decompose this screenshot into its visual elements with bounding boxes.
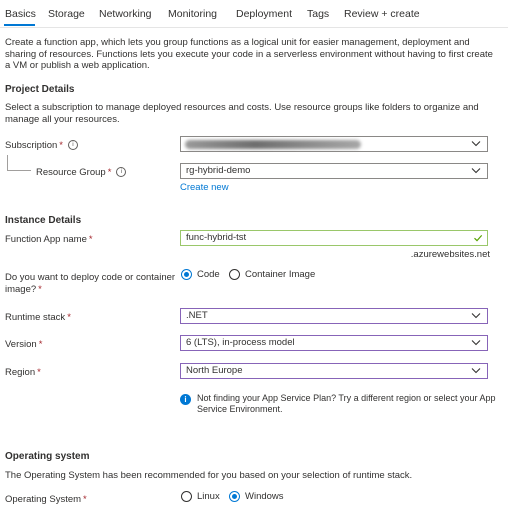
- radio-selected-indicator[interactable]: [229, 491, 240, 502]
- tab-bar: Basics Storage Networking Monitoring Dep…: [0, 0, 508, 28]
- required-mark: *: [107, 167, 112, 178]
- function-app-name-value: func-hybrid-tst: [186, 232, 247, 243]
- radio-linux[interactable]: Linux: [181, 491, 220, 502]
- create-new-link[interactable]: Create new: [180, 182, 229, 193]
- operating-system-label-text: Operating System: [5, 494, 82, 505]
- region-label: Region *: [5, 367, 41, 378]
- tab-review-create[interactable]: Review + create: [344, 8, 420, 20]
- radio-code-label: Code: [197, 269, 220, 280]
- intro-text: Create a function app, which lets you gr…: [5, 37, 493, 71]
- runtime-stack-label: Runtime stack *: [5, 312, 71, 323]
- runtime-stack-dropdown[interactable]: .NET: [180, 308, 488, 324]
- deploy-question-text: Do you want to deploy code or container …: [5, 272, 176, 295]
- required-mark: *: [38, 284, 42, 295]
- region-dropdown[interactable]: North Europe: [180, 363, 488, 379]
- function-app-name-label-text: Function App name: [5, 234, 87, 245]
- region-value: North Europe: [186, 365, 243, 376]
- subscription-dropdown[interactable]: [180, 136, 488, 152]
- subscription-label-text: Subscription: [5, 140, 58, 151]
- version-label-text: Version: [5, 339, 37, 350]
- tabs-divider: [0, 27, 508, 28]
- tree-connector-horizontal: [7, 170, 31, 171]
- tab-networking[interactable]: Networking: [99, 8, 152, 20]
- project-details-title: Project Details: [5, 84, 75, 95]
- runtime-stack-value: .NET: [186, 310, 208, 321]
- required-mark: *: [67, 312, 71, 323]
- radio-linux-label: Linux: [197, 491, 220, 502]
- resource-group-value: rg-hybrid-demo: [186, 165, 251, 176]
- version-dropdown[interactable]: 6 (LTS), in-process model: [180, 335, 488, 351]
- required-mark: *: [59, 140, 63, 151]
- radio-windows[interactable]: Windows: [229, 491, 284, 502]
- radio-container-image-label: Container Image: [245, 269, 316, 280]
- active-tab-indicator: [4, 24, 35, 26]
- deploy-question-label: Do you want to deploy code or container …: [5, 272, 177, 296]
- runtime-stack-label-text: Runtime stack: [5, 312, 66, 323]
- info-icon[interactable]: i: [67, 140, 78, 151]
- chevron-down-icon: [471, 340, 481, 346]
- resource-group-label-text: Resource Group: [36, 167, 106, 178]
- checkmark-icon: [474, 234, 483, 242]
- redacted-subscription: [185, 140, 361, 149]
- radio-container-image[interactable]: Container Image: [229, 269, 315, 280]
- version-value: 6 (LTS), in-process model: [186, 337, 295, 348]
- chevron-down-icon: [471, 313, 481, 319]
- radio-indicator[interactable]: [181, 491, 192, 502]
- chevron-down-icon: [471, 368, 481, 374]
- version-label: Version *: [5, 339, 42, 350]
- radio-selected-indicator[interactable]: [181, 269, 192, 280]
- project-details-desc: Select a subscription to manage deployed…: [5, 102, 479, 125]
- resource-group-label: Resource Group * i: [36, 167, 127, 178]
- tab-deployment[interactable]: Deployment: [236, 8, 292, 20]
- tab-basics[interactable]: Basics: [5, 8, 36, 20]
- radio-indicator[interactable]: [229, 269, 240, 280]
- function-app-name-label: Function App name *: [5, 234, 93, 245]
- operating-system-title: Operating system: [5, 451, 90, 462]
- required-mark: *: [88, 234, 93, 245]
- info-icon: i: [180, 394, 191, 405]
- chevron-down-icon: [471, 168, 481, 174]
- tree-connector-vertical: [7, 155, 8, 170]
- tab-storage[interactable]: Storage: [48, 8, 85, 20]
- app-service-plan-info: Not finding your App Service Plan? Try a…: [197, 393, 496, 414]
- operating-system-desc: The Operating System has been recommende…: [5, 470, 413, 481]
- instance-details-title: Instance Details: [5, 215, 82, 226]
- chevron-down-icon: [471, 141, 481, 147]
- function-app-name-input[interactable]: func-hybrid-tst: [180, 230, 488, 246]
- tab-tags[interactable]: Tags: [307, 8, 329, 20]
- subscription-label: Subscription * i: [5, 140, 78, 151]
- domain-suffix: .azurewebsites.net: [410, 249, 490, 260]
- required-mark: *: [38, 339, 43, 350]
- info-icon[interactable]: i: [116, 167, 127, 178]
- required-mark: *: [37, 367, 41, 378]
- tab-monitoring[interactable]: Monitoring: [168, 8, 217, 20]
- radio-code[interactable]: Code: [181, 269, 220, 280]
- resource-group-dropdown[interactable]: rg-hybrid-demo: [180, 163, 488, 179]
- required-mark: *: [83, 494, 87, 505]
- region-label-text: Region: [5, 367, 36, 378]
- radio-windows-label: Windows: [245, 491, 284, 502]
- operating-system-label: Operating System *: [5, 494, 87, 505]
